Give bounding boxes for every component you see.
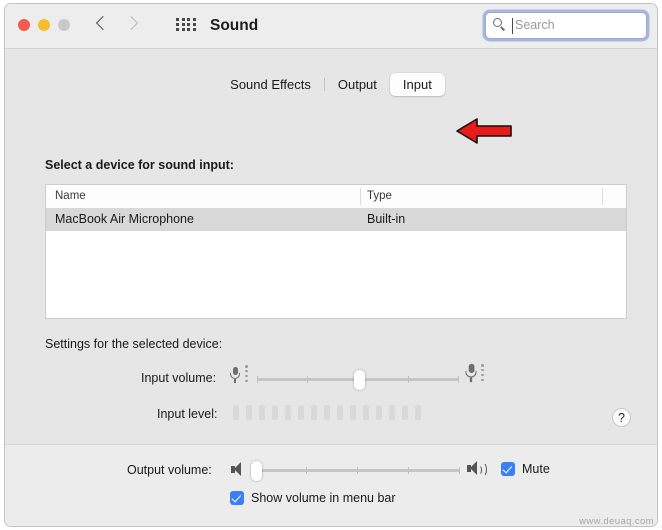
slider-tick <box>408 467 409 474</box>
back-chevron-icon[interactable] <box>97 15 108 33</box>
help-button[interactable]: ? <box>612 408 631 427</box>
mic-level-dots-right-icon <box>481 364 484 382</box>
slider-tick <box>357 467 358 474</box>
slider-tick <box>257 376 258 383</box>
slider-tick <box>458 376 459 383</box>
tab-bar: Sound Effects Output Input <box>5 73 657 96</box>
navigation-controls <box>97 15 137 33</box>
maximize-button <box>58 19 70 31</box>
settings-label: Settings for the selected device: <box>45 337 223 351</box>
footer-controls: Output volume: Mute Show volume in menu … <box>5 445 657 526</box>
page-title: Sound <box>210 17 259 34</box>
device-type: Built-in <box>367 212 406 226</box>
close-button[interactable] <box>18 19 30 31</box>
input-device-table[interactable]: Name Type MacBook Air Microphone Built-i… <box>45 184 627 319</box>
slider-tick <box>306 467 307 474</box>
search-field[interactable]: Search <box>485 12 647 39</box>
title-bar: Sound Search <box>5 4 657 49</box>
column-header-type[interactable]: Type <box>367 190 392 202</box>
column-divider[interactable] <box>360 188 361 205</box>
text-caret <box>512 18 513 34</box>
tab-input[interactable]: Input <box>389 73 445 96</box>
device-list-label: Select a device for sound input: <box>45 158 234 172</box>
mute-checkbox[interactable] <box>501 462 515 476</box>
input-volume-label: Input volume: <box>141 371 217 385</box>
device-name: MacBook Air Microphone <box>55 212 194 226</box>
watermark: www.deuaq.com <box>579 516 654 527</box>
speaker-quiet-icon <box>231 462 248 477</box>
mic-level-dots-left-icon <box>245 365 248 383</box>
input-level-meter <box>233 405 421 420</box>
microphone-small-icon <box>229 367 241 383</box>
tab-output[interactable]: Output <box>325 73 390 96</box>
mute-label: Mute <box>522 462 550 476</box>
slider-tick <box>459 467 460 474</box>
table-header: Name Type <box>46 185 626 209</box>
sound-preferences-window: Sound Search Sound Effects Output Input … <box>4 3 658 527</box>
column-header-name[interactable]: Name <box>55 190 86 202</box>
search-input[interactable]: Search <box>515 18 555 32</box>
table-row[interactable]: MacBook Air Microphone Built-in <box>46 209 626 231</box>
input-level-label: Input level: <box>157 407 218 421</box>
input-volume-thumb[interactable] <box>354 370 365 390</box>
show-volume-menubar-label: Show volume in menu bar <box>251 491 396 505</box>
minimize-button[interactable] <box>38 19 50 31</box>
speaker-loud-icon <box>467 461 487 477</box>
output-volume-label: Output volume: <box>127 463 212 477</box>
red-arrow-annotation <box>456 118 512 144</box>
forward-chevron-icon <box>126 15 137 33</box>
slider-tick <box>307 376 308 383</box>
microphone-large-icon <box>464 363 478 382</box>
show-all-preferences-icon[interactable] <box>176 18 198 34</box>
slider-tick <box>408 376 409 383</box>
input-pane: Sound Effects Output Input Select a devi… <box>5 49 657 445</box>
output-volume-thumb[interactable] <box>251 461 262 481</box>
tab-sound-effects[interactable]: Sound Effects <box>217 73 324 96</box>
column-divider[interactable] <box>602 188 603 205</box>
traffic-lights <box>18 19 70 31</box>
show-volume-menubar-checkbox[interactable] <box>230 491 244 505</box>
search-icon <box>493 18 506 31</box>
